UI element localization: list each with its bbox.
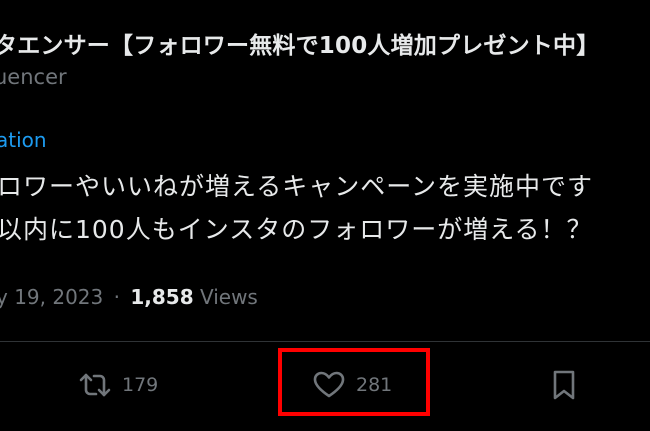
retweet-button[interactable]: 179 — [78, 365, 158, 405]
tweet-detail: タエンサー【フォロワー無料で100人増加プレゼント中】 uencer ation… — [0, 0, 650, 431]
tweet-link[interactable]: ation — [0, 128, 47, 152]
tweet-date[interactable]: y 19, 2023 — [0, 285, 103, 309]
author-display-name[interactable]: タエンサー【フォロワー無料で100人増加プレゼント中】 — [0, 26, 599, 60]
action-bar-divider — [0, 341, 650, 342]
bookmark-icon — [550, 369, 578, 401]
retweet-icon — [78, 370, 112, 400]
author-handle[interactable]: uencer — [0, 65, 67, 89]
tweet-text-line-1: ロワーやいいねが増えるキャンペーンを実施中です — [0, 172, 594, 201]
retweet-count: 179 — [122, 374, 159, 396]
views-count: 1,858 — [130, 285, 194, 309]
tweet-text-line-2: 以内に100人もインスタのフォロワーが増える！？ — [0, 215, 593, 244]
like-highlight-box — [278, 348, 430, 416]
tweet-meta: y 19, 2023 · 1,858 Views — [0, 285, 258, 309]
meta-separator: · — [113, 285, 120, 309]
views-label: Views — [199, 285, 258, 309]
bookmark-button[interactable] — [550, 365, 578, 405]
